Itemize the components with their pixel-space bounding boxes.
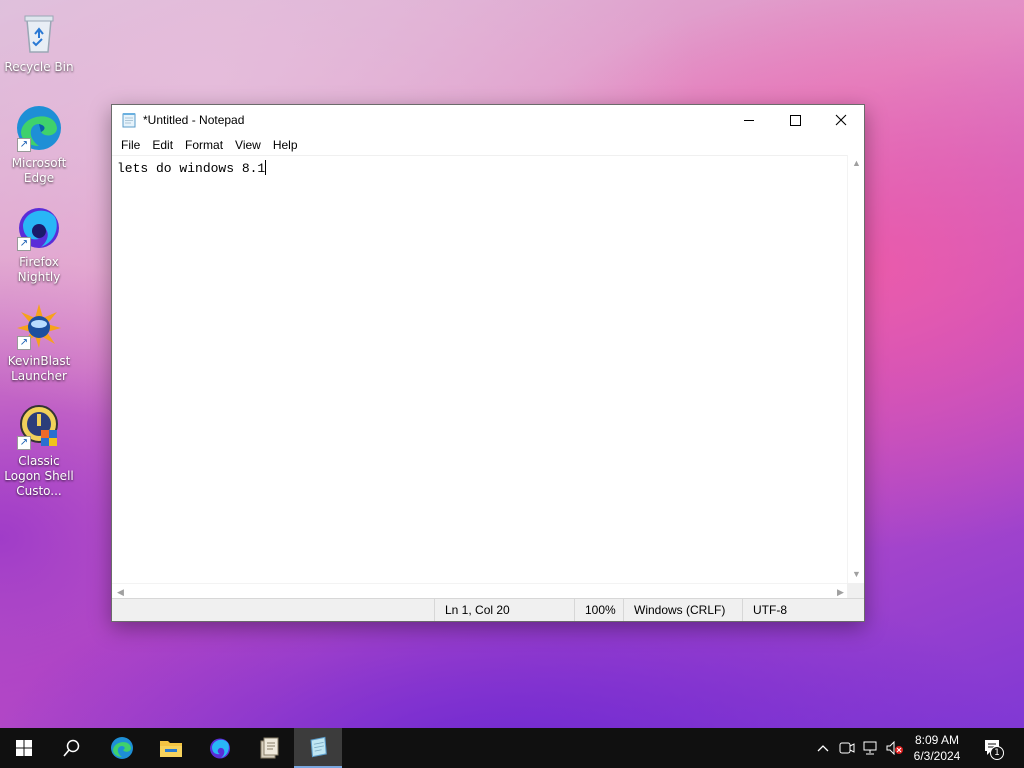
desktop-icon-label: Microsoft Edge	[11, 156, 67, 185]
notepad-window[interactable]: *Untitled - Notepad File Edit Format Vie…	[111, 104, 865, 622]
status-encoding: UTF-8	[742, 599, 847, 621]
shortcut-arrow-icon: ↗	[17, 336, 31, 350]
minimize-button[interactable]	[726, 105, 772, 135]
taskbar-app[interactable]	[245, 728, 293, 768]
notepad-icon	[310, 736, 327, 758]
desktop-icon-kevinblast-launcher[interactable]: ↗ KevinBlast Launcher	[0, 302, 78, 384]
desktop-icon-firefox-nightly[interactable]: ↗ Firefox Nightly	[0, 203, 78, 285]
desktop-icon-microsoft-edge[interactable]: ↗ Microsoft Edge	[0, 104, 78, 186]
menu-format[interactable]: Format	[179, 138, 229, 152]
maximize-button[interactable]	[772, 105, 818, 135]
text-caret	[265, 160, 267, 175]
clock-date: 6/3/2024	[913, 749, 961, 763]
windows-logo-icon	[16, 740, 32, 756]
network-icon	[863, 741, 877, 755]
notepad-app-icon	[122, 113, 136, 128]
title-bar[interactable]: *Untitled - Notepad	[112, 105, 864, 135]
menu-file[interactable]: File	[115, 138, 146, 152]
shortcut-arrow-icon: ↗	[17, 138, 31, 152]
tray-network[interactable]	[860, 728, 882, 768]
clock-time: 8:09 AM	[914, 733, 960, 747]
editor-text: lets do windows 8.1	[117, 161, 266, 176]
minimize-icon	[743, 119, 754, 121]
status-position: Ln 1, Col 20	[434, 599, 574, 621]
desktop-icon-recycle-bin[interactable]: Recycle Bin	[0, 8, 78, 75]
action-center-button[interactable]: 1	[976, 728, 1012, 768]
clock[interactable]: 8:09 AM 6/3/2024	[902, 732, 972, 764]
scroll-up-icon[interactable]: ▲	[848, 155, 865, 172]
taskbar: 8:09 AM 6/3/2024 1	[0, 728, 1024, 768]
firefox-nightly-icon: ↗	[15, 203, 63, 251]
status-bar: Ln 1, Col 20 100% Windows (CRLF) UTF-8	[112, 598, 864, 621]
classic-logon-shell-icon: ↗	[15, 402, 63, 450]
desktop-icon-label: Classic Logon Shell Custo...	[4, 454, 74, 498]
desktop-icon-label: KevinBlast Launcher	[7, 354, 71, 383]
chevron-up-icon	[817, 745, 829, 752]
taskbar-edge[interactable]	[98, 728, 146, 768]
edge-icon	[111, 737, 133, 759]
show-hidden-icons-button[interactable]	[812, 728, 834, 768]
status-line-ending: Windows (CRLF)	[623, 599, 743, 621]
menu-edit[interactable]: Edit	[146, 138, 179, 152]
notification-count-badge: 1	[990, 746, 1004, 760]
scroll-down-icon[interactable]: ▼	[848, 566, 865, 583]
maximize-icon	[789, 114, 801, 126]
taskbar-firefox-nightly[interactable]	[196, 728, 244, 768]
search-icon	[63, 739, 80, 757]
taskbar-notepad[interactable]	[294, 728, 342, 768]
window-title: *Untitled - Notepad	[143, 113, 245, 127]
recycle-bin-icon	[15, 8, 63, 56]
tray-camera[interactable]	[836, 728, 858, 768]
menu-bar: File Edit Format View Help	[112, 135, 304, 155]
kevinblast-launcher-icon: ↗	[15, 302, 63, 350]
text-editor[interactable]: lets do windows 8.1	[112, 155, 849, 583]
menu-view[interactable]: View	[229, 138, 267, 152]
shortcut-arrow-icon: ↗	[17, 237, 31, 251]
vertical-scrollbar[interactable]: ▲ ▼	[847, 155, 864, 583]
desktop-icon-classic-logon-shell[interactable]: ↗ Classic Logon Shell Custo...	[0, 402, 78, 499]
close-icon	[835, 114, 847, 126]
search-button[interactable]	[48, 728, 96, 768]
folder-icon	[160, 741, 182, 757]
desktop-icon-label: Firefox Nightly	[17, 255, 61, 284]
start-button[interactable]	[0, 728, 48, 768]
edge-icon: ↗	[15, 104, 63, 152]
close-button[interactable]	[818, 105, 864, 135]
status-zoom: 100%	[574, 599, 624, 621]
shortcut-arrow-icon: ↗	[17, 436, 31, 450]
firefox-nightly-icon	[210, 738, 230, 759]
taskbar-file-explorer[interactable]	[147, 728, 195, 768]
desktop-icon-label: Recycle Bin	[4, 60, 74, 74]
app-icon	[260, 737, 279, 759]
camera-icon	[839, 742, 855, 754]
menu-help[interactable]: Help	[267, 138, 304, 152]
